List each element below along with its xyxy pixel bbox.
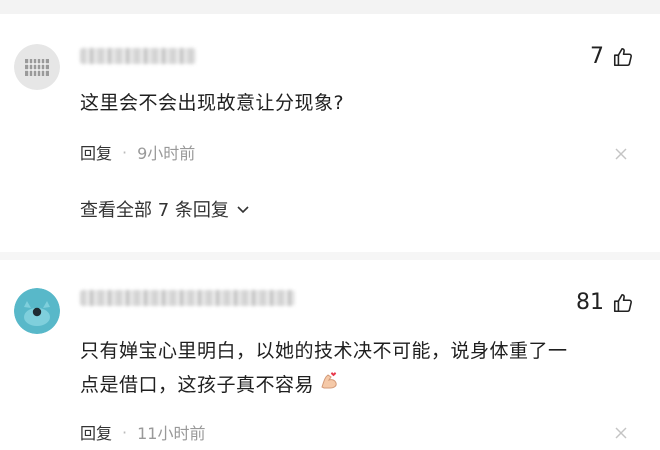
muscle-emoji-icon: [318, 368, 340, 402]
thumbs-up-icon: [612, 292, 634, 314]
meta-separator: ·: [122, 422, 128, 442]
chevron-down-icon: [237, 206, 249, 214]
comment-text-line: 点是借口，这孩子真不容易: [80, 368, 568, 402]
reply-button[interactable]: 回复: [80, 420, 112, 444]
view-all-label: 查看全部 7 条回复: [80, 200, 229, 221]
comment-time: 11小时前: [137, 424, 206, 443]
comment-meta: 回复 · 9小时前: [80, 140, 195, 164]
comment-meta: 回复 · 11小时前: [80, 420, 205, 444]
comment-text: 只有婵宝心里明白，以她的技术决不可能，说身体重了一 点是借口，这孩子真不容易: [80, 334, 568, 402]
avatar[interactable]: [14, 44, 60, 90]
close-icon[interactable]: [614, 147, 628, 161]
view-all-replies-link[interactable]: 查看全部 7 条回复: [80, 196, 251, 222]
username[interactable]: [80, 290, 295, 306]
like-count: 7: [590, 44, 604, 69]
close-icon[interactable]: [614, 426, 628, 440]
username[interactable]: [80, 48, 196, 64]
thumbs-up-icon: [612, 46, 634, 68]
comment-text-line-2: 点是借口，这孩子真不容易: [80, 374, 315, 396]
comment-time: 9小时前: [137, 144, 196, 163]
avatar[interactable]: [14, 288, 60, 334]
like-button[interactable]: 81: [576, 290, 634, 315]
comment-text-line: 只有婵宝心里明白，以她的技术决不可能，说身体重了一: [80, 340, 568, 362]
like-count: 81: [576, 290, 604, 315]
like-button[interactable]: 7: [590, 44, 634, 69]
divider: [0, 252, 660, 260]
comment-text: 这里会不会出现故意让分现象?: [80, 92, 345, 114]
reply-button[interactable]: 回复: [80, 140, 112, 164]
top-strip: [0, 0, 660, 14]
meta-separator: ·: [122, 142, 128, 162]
